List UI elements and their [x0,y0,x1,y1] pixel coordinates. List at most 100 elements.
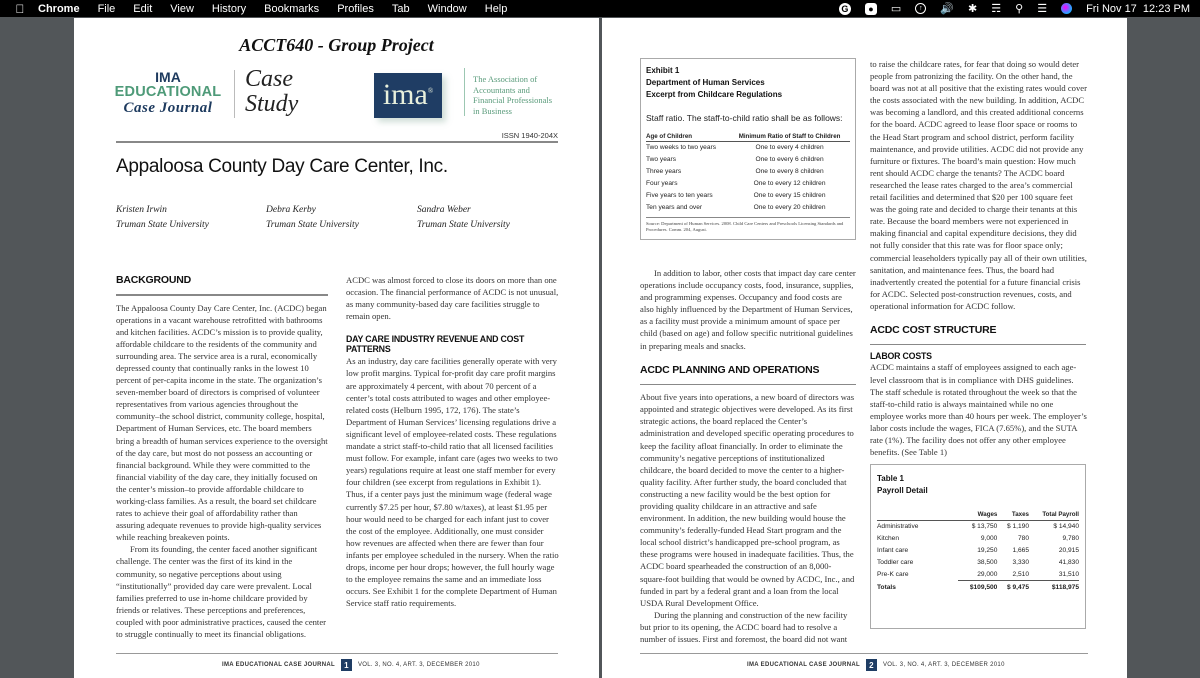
table-row: Administrative $ 13,750 $ 1,190 $ 14,940 [877,521,1079,533]
page1-column-2: ACDC was almost forced to close its door… [346,274,559,609]
document-title: Appaloosa County Day Care Center, Inc. [116,156,448,177]
author-affiliation: Truman State University [266,220,359,230]
ima-mark: ima [382,78,428,111]
menu-profiles[interactable]: Profiles [337,3,374,15]
cell-wages: 29,000 [957,568,998,581]
cell-ratio: One to every 6 children [755,156,824,163]
apple-menu-icon[interactable]:  [6,2,34,16]
siri-icon[interactable] [1061,3,1073,14]
author-2: Debra Kerby Truman State University [266,203,359,233]
app-icon[interactable]: ● [864,2,877,15]
table-row: Two weeks to two years One to every 4 chi… [646,142,850,154]
assoc-line: The Association of [473,74,538,84]
author-affiliation: Truman State University [417,220,510,230]
footer-rule [116,653,558,654]
col-taxes: Taxes [997,511,1029,521]
cell-total-taxes: $ 9,475 [1007,584,1029,591]
planning-heading: ACDC PLANNING AND OPERATIONS [640,363,820,376]
footer-rule [640,653,1088,654]
cell-total-payroll: $118,975 [1051,584,1079,591]
page-footer: IMA EDUCATIONAL CASE JOURNAL 1 VOL. 3, N… [222,659,480,671]
cell-wages: 9,000 [980,535,998,542]
cell-age: Three years [646,168,682,175]
menu-app-chrome[interactable]: Chrome [38,3,80,15]
totals-row: Totals $109,500 $ 9,475 $118,975 [877,581,1079,593]
cell-age: Four years [646,180,678,187]
exhibit-1: Exhibit 1 Department of Human Services E… [640,58,856,240]
assoc-line: Financial Professionals [473,95,553,105]
cell-category: Infant care [877,547,909,554]
cell-age: Two weeks to two years [646,144,716,152]
menu-window[interactable]: Window [428,3,467,15]
grammarly-icon[interactable]: G [838,2,851,15]
display-icon[interactable]: ▭ [891,2,901,15]
cell-taxes: 2,510 [997,568,1029,581]
cell-age: Ten years and over [646,204,703,211]
menu-history[interactable]: History [212,3,246,15]
ima-educational-case-journal-logo: IMA EDUCATIONAL Case Journal [112,69,224,117]
cell-wages: $ 13,750 [971,523,998,531]
table-header-row: Age of Children Minimum Ratio of Staff t… [646,133,850,142]
menu-tab[interactable]: Tab [392,3,410,15]
author-1: Kristen Irwin Truman State University [116,203,209,233]
cell-category: Administrative [877,523,919,531]
logo-divider [234,70,235,118]
table-label: Table 1 [877,474,904,483]
payroll-table: Wages Taxes Total Payroll Administrative… [877,511,1079,593]
table-row: Toddler care 38,500 3,330 41,830 [877,557,1079,569]
menu-help[interactable]: Help [485,3,508,15]
planning-paragraph-1: About five years into operations, a new … [640,392,855,608]
author-3: Sandra Weber Truman State University [417,203,510,233]
menu-file[interactable]: File [98,3,116,15]
cell-age: Two years [646,156,677,163]
author-name: Sandra Weber [417,205,471,215]
cell-taxes: $ 1,190 [1007,523,1029,531]
cost-structure-heading: ACDC COST STRUCTURE [870,323,997,336]
header-rule [116,141,558,143]
bluetooth-icon[interactable]: ✱ [968,2,977,15]
page-number: 1 [340,659,352,671]
timer-icon[interactable]: ↑ [915,3,927,14]
menu-edit[interactable]: Edit [133,3,152,15]
col-category [877,511,958,521]
cell-ratio: One to every 20 children [753,204,826,211]
cell-ratio: One to every 12 children [753,180,826,187]
wifi-icon[interactable]: ☴ [991,2,1001,15]
other-costs-paragraph: In addition to labor, other costs that i… [640,268,856,351]
footer-journal: IMA EDUCATIONAL CASE JOURNAL [747,662,860,668]
background-heading: BACKGROUND [116,274,191,286]
header-title: ACCT640 - Group Project [239,35,434,55]
control-center-icon[interactable]: ☰ [1037,2,1047,15]
menu-bookmarks[interactable]: Bookmarks [264,3,319,15]
table-header-row: Wages Taxes Total Payroll [877,511,1079,521]
volume-icon[interactable]: 🔊 [940,2,954,15]
table-1-payroll: Table 1 Payroll Detail Wages Taxes Total… [870,464,1086,629]
page2-column-2: to raise the childcare rates, for fear t… [870,58,1088,458]
staff-ratio-table: Age of Children Minimum Ratio of Staff t… [646,133,850,214]
cell-wages: 38,500 [977,559,998,566]
table-row: Infant care 19,250 1,665 20,915 [877,545,1079,557]
cell-age: Five years to ten years [646,192,713,199]
table-row: Kitchen 9,000 780 9,780 [877,533,1079,545]
cell-ratio: One to every 15 children [753,192,826,199]
col-total-payroll: Total Payroll [1029,511,1079,521]
clock[interactable]: Fri Nov 17 12:23 PM [1086,3,1190,15]
rates-paragraph: to raise the childcare rates, for fear t… [870,59,1087,311]
assoc-divider [464,68,465,116]
industry-heading: DAY CARE INDUSTRY REVENUE AND COST PATTE… [346,334,525,355]
planning-paragraph-2: During the planning and construction of … [640,609,848,645]
table-row: Ten years and over One to every 20 childr… [646,202,850,214]
menu-view[interactable]: View [170,3,194,15]
page1-column-1: BACKGROUND The Appaloosa County Day Care… [116,274,328,640]
cell-taxes: 1,665 [1012,547,1029,554]
search-icon[interactable]: ⚲ [1015,2,1023,15]
ima-association-tagline: The Association of Accountants and Finan… [473,74,552,116]
section-rule [640,383,856,386]
cell-totals-label: Totals [877,583,896,591]
background-paragraph-3: ACDC was almost forced to close its door… [346,275,559,322]
cell-taxes: 3,330 [1012,559,1029,566]
table-row: Four years One to every 12 children [646,178,850,190]
exhibit-label: Exhibit 1 [646,66,680,75]
logo-ima-text: IMA [155,69,181,85]
cell-total: 9,780 [1062,535,1079,542]
